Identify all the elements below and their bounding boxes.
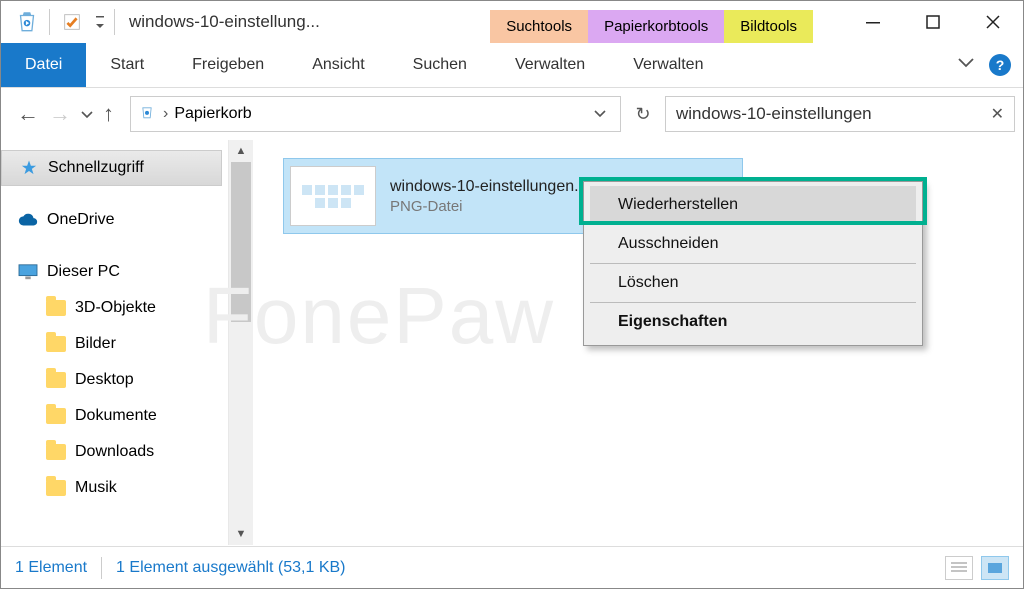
search-value: windows-10-einstellungen bbox=[676, 104, 872, 124]
star-icon bbox=[18, 157, 40, 179]
navigation-pane: Schnellzugriff OneDrive Dieser PC 3D-Obj… bbox=[1, 140, 229, 545]
nav-documents[interactable]: Dokumente bbox=[1, 398, 228, 434]
nav-pictures[interactable]: Bilder bbox=[1, 326, 228, 362]
scroll-down-icon[interactable]: ▼ bbox=[229, 523, 253, 545]
window-controls bbox=[843, 1, 1023, 43]
nav-onedrive[interactable]: OneDrive bbox=[1, 202, 228, 238]
ctx-restore[interactable]: Wiederherstellen bbox=[590, 186, 916, 225]
status-selection: 1 Element ausgewählt (53,1 KB) bbox=[116, 559, 345, 577]
nav-label: Dokumente bbox=[75, 407, 157, 425]
contextual-tool-tabs: Suchtools Papierkorbtools Bildtools bbox=[490, 1, 813, 43]
quick-access-toolbar bbox=[1, 4, 119, 40]
address-bar-recycle-icon bbox=[137, 102, 157, 127]
scroll-up-icon[interactable]: ▲ bbox=[229, 140, 253, 162]
view-details-button[interactable] bbox=[945, 556, 973, 580]
nav-3d-objects[interactable]: 3D-Objekte bbox=[1, 290, 228, 326]
search-box[interactable]: windows-10-einstellungen ✕ bbox=[665, 96, 1015, 132]
folder-icon bbox=[45, 369, 67, 391]
nav-label: Schnellzugriff bbox=[48, 159, 144, 177]
address-dropdown-icon[interactable] bbox=[586, 105, 614, 123]
ribbon-tab-view[interactable]: Ansicht bbox=[288, 43, 388, 87]
monitor-icon bbox=[17, 261, 39, 283]
file-thumbnail bbox=[290, 166, 376, 226]
ribbon-tab-start[interactable]: Start bbox=[86, 43, 168, 87]
context-menu: Wiederherstellen Ausschneiden Löschen Ei… bbox=[583, 181, 923, 346]
tool-tab-search[interactable]: Suchtools bbox=[490, 10, 588, 43]
status-count: 1 Element bbox=[15, 559, 87, 577]
folder-icon bbox=[45, 333, 67, 355]
view-large-icons-button[interactable] bbox=[981, 556, 1009, 580]
nav-recent-dropdown[interactable] bbox=[81, 106, 93, 122]
nav-desktop[interactable]: Desktop bbox=[1, 362, 228, 398]
recycle-bin-icon[interactable] bbox=[9, 4, 45, 40]
ribbon-tab-manage-recycle[interactable]: Verwalten bbox=[491, 43, 609, 87]
address-bar[interactable]: › Papierkorb bbox=[130, 96, 621, 132]
ribbon-tab-search[interactable]: Suchen bbox=[389, 43, 491, 87]
nav-label: Desktop bbox=[75, 371, 134, 389]
ribbon-tab-share[interactable]: Freigeben bbox=[168, 43, 288, 87]
breadcrumb-location[interactable]: Papierkorb bbox=[174, 105, 251, 123]
file-type: PNG-Datei bbox=[390, 198, 605, 215]
refresh-button[interactable]: ↻ bbox=[629, 104, 657, 125]
clear-search-icon[interactable]: ✕ bbox=[991, 104, 1004, 124]
close-button[interactable] bbox=[963, 1, 1023, 43]
nav-label: OneDrive bbox=[47, 211, 115, 229]
nav-label: Dieser PC bbox=[47, 263, 120, 281]
tool-tab-image[interactable]: Bildtools bbox=[724, 10, 813, 43]
ctx-properties[interactable]: Eigenschaften bbox=[590, 303, 916, 341]
collapse-ribbon-icon[interactable] bbox=[957, 56, 975, 74]
file-name: windows-10-einstellungen.png bbox=[390, 177, 605, 198]
scroll-track[interactable] bbox=[229, 162, 253, 523]
minimize-button[interactable] bbox=[843, 1, 903, 43]
cloud-icon bbox=[17, 209, 39, 231]
watermark-text: FonePaw bbox=[203, 270, 555, 362]
help-icon[interactable]: ? bbox=[989, 54, 1011, 76]
ribbon-tabs: Datei Start Freigeben Ansicht Suchen Ver… bbox=[1, 43, 1023, 88]
nav-label: Musik bbox=[75, 479, 117, 497]
nav-music[interactable]: Musik bbox=[1, 470, 228, 506]
maximize-button[interactable] bbox=[903, 1, 963, 43]
qat-properties-icon[interactable] bbox=[54, 4, 90, 40]
ctx-delete[interactable]: Löschen bbox=[590, 264, 916, 303]
nav-quick-access[interactable]: Schnellzugriff bbox=[1, 150, 222, 186]
title-bar: windows-10-einstellung... Suchtools Papi… bbox=[1, 1, 1023, 43]
nav-label: Bilder bbox=[75, 335, 116, 353]
ctx-cut[interactable]: Ausschneiden bbox=[590, 225, 916, 264]
folder-icon bbox=[45, 297, 67, 319]
nav-forward-button[interactable]: → bbox=[49, 101, 71, 127]
address-bar-row: ← → ↑ › Papierkorb ↻ windows-10-einstell… bbox=[1, 88, 1023, 140]
scroll-thumb[interactable] bbox=[231, 162, 251, 322]
tool-tab-recycle[interactable]: Papierkorbtools bbox=[588, 10, 724, 43]
nav-up-button[interactable]: ↑ bbox=[103, 101, 114, 127]
nav-label: Downloads bbox=[75, 443, 154, 461]
nav-downloads[interactable]: Downloads bbox=[1, 434, 228, 470]
nav-this-pc[interactable]: Dieser PC bbox=[1, 254, 228, 290]
folder-icon bbox=[45, 477, 67, 499]
folder-icon bbox=[45, 405, 67, 427]
qat-dropdown-icon[interactable] bbox=[90, 12, 110, 32]
folder-icon bbox=[45, 441, 67, 463]
ribbon-tab-file[interactable]: Datei bbox=[1, 43, 86, 87]
status-bar: 1 Element 1 Element ausgewählt (53,1 KB) bbox=[1, 546, 1023, 588]
nav-back-button[interactable]: ← bbox=[17, 101, 39, 127]
ribbon-tab-manage-image[interactable]: Verwalten bbox=[609, 43, 727, 87]
nav-label: 3D-Objekte bbox=[75, 299, 156, 317]
breadcrumb-separator-icon[interactable]: › bbox=[157, 105, 174, 123]
nav-scrollbar[interactable]: ▲ ▼ bbox=[229, 140, 253, 545]
window-title: windows-10-einstellung... bbox=[119, 12, 320, 32]
